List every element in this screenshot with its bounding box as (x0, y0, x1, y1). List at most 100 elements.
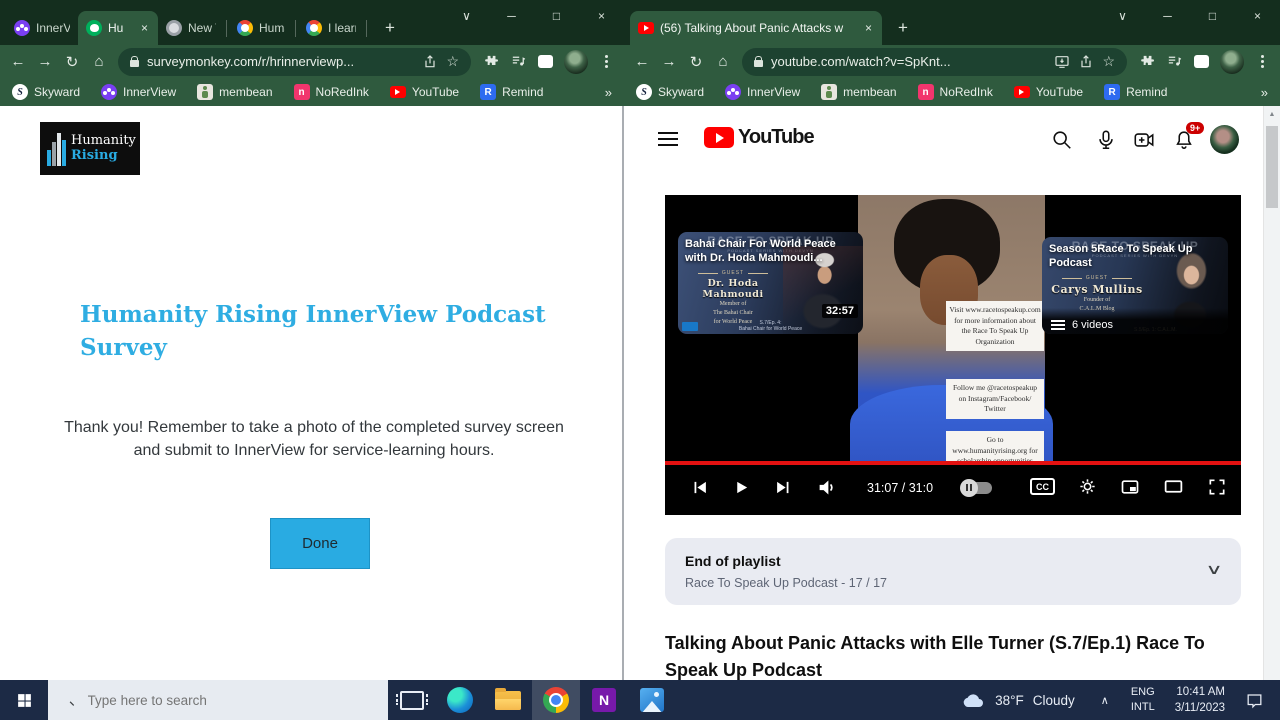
endscreen-video-card[interactable]: RACE TO SPEAK UP PODCAST SERIES WITH DEV… (678, 232, 863, 334)
language-indicator[interactable]: ENG INTL (1121, 685, 1165, 715)
install-app-icon[interactable] (1054, 54, 1070, 70)
bookmark-star-icon[interactable]: ☆ (1102, 53, 1115, 70)
maximize-icon[interactable]: □ (1190, 0, 1235, 32)
window-menu-icon[interactable]: ∨ (444, 0, 489, 32)
home-icon[interactable]: ⌂ (715, 53, 731, 70)
browser-menu-icon[interactable] (1261, 60, 1264, 63)
reading-list-icon[interactable] (510, 53, 527, 70)
next-video-icon[interactable] (775, 479, 792, 496)
bookmark-remind[interactable]: RRemind (1104, 84, 1167, 100)
fullscreen-icon[interactable] (1207, 477, 1227, 497)
close-icon[interactable]: × (1235, 0, 1280, 32)
extensions-puzzle-icon[interactable] (1138, 53, 1155, 70)
share-icon[interactable] (1078, 54, 1094, 70)
back-icon[interactable]: ← (10, 53, 26, 70)
scrollbar-up-arrow-icon[interactable]: ▲ (1264, 106, 1280, 118)
tab-surveymonkey[interactable]: Hu × (78, 11, 158, 45)
forward-icon[interactable]: → (37, 53, 53, 70)
expand-playlist-chevron-icon[interactable]: ∨ (1205, 561, 1222, 578)
play-icon[interactable] (733, 479, 750, 496)
bookmark-youtube[interactable]: YouTube (1014, 85, 1083, 99)
bookmark-innerview[interactable]: InnerView (725, 84, 800, 100)
scrollbar-thumb[interactable] (1266, 126, 1278, 208)
minimize-icon[interactable]: ─ (489, 0, 534, 32)
url-text[interactable]: surveymonkey.com/r/hrinnerviewp... (147, 54, 414, 69)
mic-icon[interactable] (1095, 129, 1117, 151)
youtube-account-avatar[interactable] (1210, 125, 1239, 154)
previous-video-icon[interactable] (691, 479, 708, 496)
weather-widget[interactable]: 38°F Cloudy (948, 691, 1089, 709)
forward-icon[interactable]: → (661, 53, 677, 70)
edge-taskbar-button[interactable] (436, 680, 484, 720)
tab-innerview[interactable]: InnerV (6, 11, 78, 45)
onenote-taskbar-button[interactable]: N (580, 680, 628, 720)
done-button[interactable]: Done (270, 518, 370, 569)
video-player[interactable]: Visit www.racetospeakup.com for more inf… (665, 195, 1241, 515)
profile-avatar[interactable] (1220, 50, 1244, 74)
action-center-button[interactable] (1235, 691, 1274, 710)
bookmark-membean[interactable]: membean (821, 84, 896, 100)
tab-google-ilearn[interactable]: I learn (298, 11, 364, 45)
photos-icon (640, 688, 664, 712)
bookmarks-overflow-icon[interactable]: » (1261, 85, 1268, 100)
split-screen-extension-icon[interactable] (1194, 55, 1209, 68)
tab-new-tab[interactable]: New T (158, 11, 224, 45)
endscreen-playlist-card[interactable]: RACE TO SPEAK UP PODCAST SERIES WITH DEV… (1042, 237, 1228, 334)
split-screen-extension-icon[interactable] (538, 55, 553, 68)
systray-expand-icon[interactable]: ∧ (1089, 694, 1121, 707)
reload-icon[interactable]: ↻ (64, 53, 80, 71)
create-video-icon[interactable] (1133, 129, 1155, 151)
profile-avatar[interactable] (564, 50, 588, 74)
start-button[interactable] (0, 680, 48, 720)
browser-menu-icon[interactable] (605, 60, 608, 63)
address-bar[interactable]: surveymonkey.com/r/hrinnerviewp... ☆ (118, 48, 471, 76)
maximize-icon[interactable]: □ (534, 0, 579, 32)
close-icon[interactable]: × (579, 0, 624, 32)
new-tab-button[interactable]: + (890, 15, 916, 41)
task-view-button[interactable] (388, 680, 436, 720)
share-icon[interactable] (422, 54, 438, 70)
taskbar-search-box[interactable] (48, 680, 388, 720)
page-scrollbar[interactable]: ▲ (1263, 106, 1280, 680)
home-icon[interactable]: ⌂ (91, 53, 107, 70)
new-tab-button[interactable]: + (377, 15, 403, 41)
search-icon[interactable] (1051, 129, 1073, 151)
close-tab-icon[interactable]: × (139, 21, 150, 35)
extensions-puzzle-icon[interactable] (482, 53, 499, 70)
bookmark-skyward[interactable]: SSkyward (12, 84, 80, 100)
chrome-taskbar-button[interactable] (532, 680, 580, 720)
photos-taskbar-button[interactable] (628, 680, 676, 720)
bookmark-star-icon[interactable]: ☆ (446, 53, 459, 70)
youtube-logo[interactable]: YouTube (704, 126, 814, 149)
window-menu-icon[interactable]: ∨ (1100, 0, 1145, 32)
tab-youtube-video[interactable]: (56) Talking About Panic Attacks w × (630, 11, 882, 45)
bookmark-youtube[interactable]: YouTube (390, 85, 459, 99)
youtube-menu-icon[interactable] (658, 132, 678, 146)
reload-icon[interactable]: ↻ (688, 53, 704, 71)
bookmarks-overflow-icon[interactable]: » (605, 85, 612, 100)
url-text[interactable]: youtube.com/watch?v=SpKnt... (771, 54, 1046, 69)
autoplay-toggle[interactable] (962, 482, 992, 494)
bookmark-innerview[interactable]: InnerView (101, 84, 176, 100)
end-of-playlist-panel[interactable]: End of playlist Race To Speak Up Podcast… (665, 538, 1241, 605)
address-bar[interactable]: youtube.com/watch?v=SpKnt... ☆ (742, 48, 1127, 76)
file-explorer-taskbar-button[interactable] (484, 680, 532, 720)
playlist-strip: 6 videos (1042, 308, 1228, 334)
bookmark-membean[interactable]: membean (197, 84, 272, 100)
minimize-icon[interactable]: ─ (1145, 0, 1190, 32)
bookmark-noredink[interactable]: nNoRedInk (918, 84, 993, 100)
reading-list-icon[interactable] (1166, 53, 1183, 70)
bookmark-remind[interactable]: RRemind (480, 84, 543, 100)
bookmark-skyward[interactable]: SSkyward (636, 84, 704, 100)
theater-mode-icon[interactable] (1163, 476, 1184, 497)
back-icon[interactable]: ← (634, 53, 650, 70)
close-tab-icon[interactable]: × (863, 21, 874, 35)
volume-icon[interactable] (817, 477, 838, 498)
bookmark-noredink[interactable]: nNoRedInk (294, 84, 369, 100)
clock-widget[interactable]: 10:41 AM 3/11/2023 (1165, 684, 1235, 716)
captions-icon[interactable]: CC (1030, 478, 1055, 495)
settings-gear-icon[interactable] (1078, 477, 1097, 496)
miniplayer-icon[interactable] (1120, 477, 1140, 497)
search-input[interactable] (86, 692, 375, 709)
tab-google-huma[interactable]: Huma (229, 11, 293, 45)
